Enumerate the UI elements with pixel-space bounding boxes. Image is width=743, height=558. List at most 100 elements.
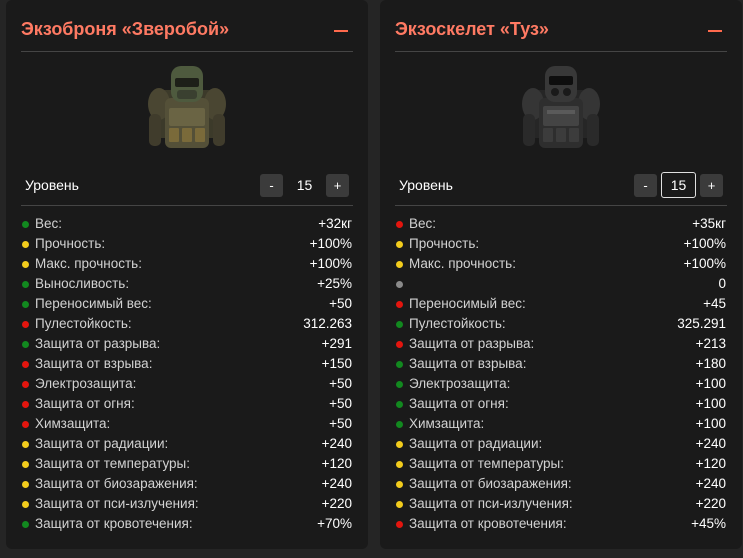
stat-row: Защита от кровотечения: +70% xyxy=(21,514,352,534)
stat-value: +120 xyxy=(321,456,352,471)
armor-card-zveroboy: Экзоброня «Зверобой» Уровень - + Вес: +32… xyxy=(6,0,368,549)
stat-label: Химзащита: xyxy=(409,416,485,431)
status-dot-icon xyxy=(396,241,403,248)
stat-value: +220 xyxy=(321,496,352,511)
status-dot-icon xyxy=(22,481,29,488)
card-title: Экзоброня «Зверобой» xyxy=(21,19,230,39)
stat-label: Выносливость: xyxy=(35,276,130,291)
level-increment-button[interactable]: + xyxy=(326,173,349,197)
stat-value: +240 xyxy=(321,476,352,491)
level-stepper: - + xyxy=(260,172,349,198)
status-dot-icon xyxy=(396,481,403,488)
stat-row: Защита от температуры: +120 xyxy=(395,454,726,474)
status-dot-icon xyxy=(396,501,403,508)
stat-row: Переносимый вес: +45 xyxy=(395,294,726,314)
level-input[interactable] xyxy=(661,172,696,198)
status-dot-icon xyxy=(396,361,403,368)
stats-list: Вес: +35кг Прочность: +100% Макс. прочност… xyxy=(395,214,726,534)
stat-label: Прочность: xyxy=(409,236,480,251)
collapse-button[interactable] xyxy=(334,30,348,32)
stat-label: Защита от кровотечения: xyxy=(35,516,193,531)
level-increment-button[interactable]: + xyxy=(700,173,723,197)
stat-label: Переносимый вес: xyxy=(35,296,152,311)
status-dot-icon xyxy=(22,421,29,428)
card-header: Экзоскелет «Туз» xyxy=(395,12,727,52)
stat-row: Защита от температуры: +120 xyxy=(21,454,352,474)
stat-row: Защита от пси-излучения: +220 xyxy=(395,494,726,514)
level-row: Уровень - + xyxy=(21,172,353,206)
stat-row: Защита от радиации: +240 xyxy=(21,434,352,454)
stat-value: +100 xyxy=(695,396,726,411)
level-input[interactable] xyxy=(287,172,322,198)
stat-row: Защита от огня: +100 xyxy=(395,394,726,414)
stat-row: Защита от взрыва: +150 xyxy=(21,354,352,374)
stat-value: 325.291 xyxy=(677,316,726,331)
stat-value: 0 xyxy=(718,276,726,291)
status-dot-icon xyxy=(22,401,29,408)
level-decrement-button[interactable]: - xyxy=(634,173,657,197)
stat-row: Защита от взрыва: +180 xyxy=(395,354,726,374)
stat-value: +240 xyxy=(695,476,726,491)
stat-label: Защита от разрыва: xyxy=(35,336,161,351)
stat-label: Защита от взрыва: xyxy=(409,356,527,371)
status-dot-icon xyxy=(396,221,403,228)
status-dot-icon xyxy=(396,321,403,328)
stat-row: Выносливость: +25% xyxy=(21,274,352,294)
stats-list: Вес: +32кг Прочность: +100% Макс. прочност… xyxy=(21,214,352,534)
armor-image-tuz xyxy=(522,66,600,148)
stat-label: Защита от температуры: xyxy=(409,456,564,471)
stat-label: Защита от кровотечения: xyxy=(409,516,567,531)
status-dot-icon xyxy=(22,341,29,348)
stat-value: +100% xyxy=(309,256,352,271)
stat-row: Защита от огня: +50 xyxy=(21,394,352,414)
stat-label: Прочность: xyxy=(35,236,106,251)
stat-label: Защита от разрыва: xyxy=(409,336,535,351)
stat-label: Защита от температуры: xyxy=(35,456,190,471)
stat-row: Защита от биозаражения: +240 xyxy=(21,474,352,494)
level-decrement-button[interactable]: - xyxy=(260,173,283,197)
stat-row: Электрозащита: +100 xyxy=(395,374,726,394)
stat-label: Вес: xyxy=(409,216,437,231)
stat-label: Защита от взрыва: xyxy=(35,356,153,371)
status-dot-icon xyxy=(22,321,29,328)
stat-row: Прочность: +100% xyxy=(395,234,726,254)
stat-value: +50 xyxy=(329,376,352,391)
status-dot-icon xyxy=(396,461,403,468)
stat-row: Защита от биозаражения: +240 xyxy=(395,474,726,494)
level-stepper: - + xyxy=(634,172,723,198)
status-dot-icon xyxy=(22,241,29,248)
collapse-button[interactable] xyxy=(708,30,722,32)
status-dot-icon xyxy=(396,381,403,388)
stat-label: Вес: xyxy=(35,216,63,231)
stat-row: Защита от радиации: +240 xyxy=(395,434,726,454)
status-dot-icon xyxy=(22,221,29,228)
stat-value: +240 xyxy=(695,436,726,451)
stat-value: +220 xyxy=(695,496,726,511)
stat-label: Пулестойкость: xyxy=(35,316,132,331)
armor-card-tuz: Экзоскелет «Туз» Уровень - + Вес: +35кг П… xyxy=(380,0,742,549)
stat-label: Переносимый вес: xyxy=(409,296,526,311)
stat-row: Защита от разрыва: +213 xyxy=(395,334,726,354)
stat-value: +32кг xyxy=(318,216,352,231)
stat-value: +213 xyxy=(695,336,726,351)
status-dot-icon xyxy=(396,281,403,288)
stat-label: Защита от биозаражения: xyxy=(409,476,572,491)
status-dot-icon xyxy=(22,301,29,308)
stat-label: Защита от огня: xyxy=(409,396,509,411)
stat-label: Защита от пси-излучения: xyxy=(35,496,199,511)
stat-label: Макс. прочность: xyxy=(409,256,516,271)
stat-value: +45% xyxy=(691,516,726,531)
status-dot-icon xyxy=(396,341,403,348)
stat-value: +100% xyxy=(309,236,352,251)
stat-row: Защита от кровотечения: +45% xyxy=(395,514,726,534)
stat-row: Электрозащита: +50 xyxy=(21,374,352,394)
stat-label: Макс. прочность: xyxy=(35,256,142,271)
card-header: Экзоброня «Зверобой» xyxy=(21,12,353,52)
status-dot-icon xyxy=(22,281,29,288)
stat-value: 312.263 xyxy=(303,316,352,331)
stat-value: +50 xyxy=(329,396,352,411)
status-dot-icon xyxy=(396,261,403,268)
status-dot-icon xyxy=(22,441,29,448)
stat-row: Химзащита: +100 xyxy=(395,414,726,434)
status-dot-icon xyxy=(22,501,29,508)
